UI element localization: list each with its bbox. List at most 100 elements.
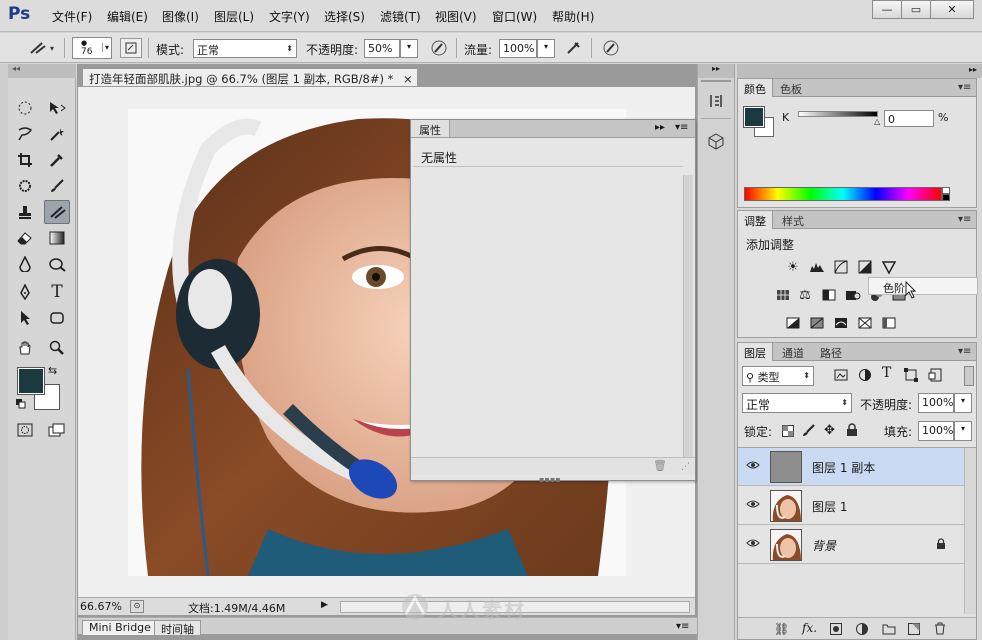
layers-panel-menu-icon[interactable]: ▾≡	[958, 346, 971, 357]
filter-adjustment-icon[interactable]	[858, 368, 872, 385]
adjustments-tab[interactable]: 调整	[738, 211, 773, 229]
vibrance-icon[interactable]	[880, 259, 898, 275]
flow-dropdown[interactable]: ▾	[537, 39, 555, 58]
healing-brush-tool-icon[interactable]	[44, 200, 70, 224]
panel-menu-icon[interactable]: ▾≡	[675, 122, 688, 133]
close-tab-icon[interactable]: ×	[403, 72, 413, 86]
blend-mode-select[interactable]: 正常 ⬍	[742, 393, 852, 413]
color-tab[interactable]: 颜色	[738, 79, 773, 97]
right-dock-collapse-icon[interactable]: ▸▸	[969, 65, 977, 74]
k-slider[interactable]	[798, 111, 878, 117]
timeline-tab[interactable]: 时间轴	[154, 620, 201, 636]
zoom-tool-icon[interactable]	[44, 336, 70, 360]
magic-wand-icon[interactable]	[44, 122, 70, 146]
layers-tab[interactable]: 图层	[738, 343, 773, 361]
eyedropper-icon[interactable]	[44, 148, 70, 172]
trash-icon[interactable]: 🗑	[653, 459, 667, 472]
k-value-input[interactable]: 0	[884, 110, 934, 127]
filter-smart-object-icon[interactable]	[928, 368, 942, 385]
opacity-input[interactable]: 50%	[364, 39, 400, 58]
layer-opacity-dropdown[interactable]: ▾	[954, 393, 972, 413]
menu-image[interactable]: 图像(I)	[162, 8, 199, 25]
delete-layer-icon[interactable]	[934, 622, 946, 638]
new-group-icon[interactable]	[882, 623, 896, 638]
lock-pixels-icon[interactable]	[802, 423, 816, 440]
exposure-icon[interactable]	[856, 259, 874, 275]
color-fg-swatch[interactable]	[744, 107, 764, 127]
lock-position-icon[interactable]: ✥	[824, 423, 835, 438]
menu-edit[interactable]: 编辑(E)	[107, 8, 148, 25]
menu-view[interactable]: 视图(V)	[435, 8, 477, 25]
pen-tool-icon[interactable]	[12, 280, 38, 304]
default-colors-icon[interactable]	[16, 398, 26, 409]
dock-expand-icon[interactable]: ▸▸	[698, 64, 734, 78]
fill-input[interactable]: 100%	[918, 421, 954, 441]
k-slider-thumb[interactable]: △	[874, 117, 880, 126]
sample-layer-icon[interactable]	[120, 38, 142, 58]
color-spectrum[interactable]	[744, 187, 942, 201]
selective-color-icon[interactable]	[880, 315, 898, 331]
levels-icon[interactable]	[808, 259, 826, 275]
add-mask-icon[interactable]	[830, 623, 842, 638]
link-layers-icon[interactable]: ⛓	[774, 622, 789, 636]
new-layer-icon[interactable]	[908, 623, 920, 638]
eraser-tool-icon[interactable]	[12, 226, 38, 250]
flow-input[interactable]: 100%	[499, 39, 537, 58]
menu-type[interactable]: 文字(Y)	[269, 8, 310, 25]
filter-pixel-icon[interactable]	[834, 368, 848, 385]
mode-select[interactable]: 正常 ⬍	[193, 39, 297, 58]
spot-healing-icon[interactable]	[12, 174, 38, 198]
posterize-icon[interactable]	[808, 315, 826, 331]
properties-scrollbar[interactable]	[683, 175, 693, 457]
paths-tab[interactable]: 路径	[814, 343, 848, 361]
menu-select[interactable]: 选择(S)	[324, 8, 365, 25]
3d-panel-icon[interactable]	[704, 130, 728, 152]
color-panel-menu-icon[interactable]: ▾≡	[958, 82, 971, 93]
close-button[interactable]: ✕	[930, 0, 974, 19]
zoom-level[interactable]: 66.67%	[80, 600, 124, 613]
visibility-eye-icon[interactable]	[746, 498, 760, 513]
layers-scrollbar[interactable]	[964, 448, 976, 614]
curves-icon[interactable]	[832, 259, 850, 275]
hue-saturation-icon[interactable]	[774, 287, 792, 303]
toolbox-collapse-icon[interactable]: ◂◂	[8, 64, 76, 78]
swatches-tab[interactable]: 色板	[774, 79, 808, 97]
dodge-tool-icon[interactable]	[44, 252, 70, 276]
brightness-contrast-icon[interactable]: ☀	[784, 259, 802, 275]
threshold-icon[interactable]	[832, 315, 850, 331]
bottom-panel-menu-icon[interactable]: ▾≡	[676, 621, 689, 632]
layer-filter-select[interactable]: ⚲ 类型 ⬍	[742, 366, 814, 386]
mini-bridge-tab[interactable]: Mini Bridge	[82, 620, 158, 635]
document-tab[interactable]: 打造年轻面部肌肤.jpg @ 66.7% (图层 1 副本, RGB/8#) *…	[82, 68, 418, 86]
filter-toggle[interactable]	[964, 366, 974, 386]
type-tool-icon[interactable]: T	[44, 280, 70, 304]
invert-icon[interactable]	[784, 315, 802, 331]
crop-tool-icon[interactable]	[12, 148, 38, 172]
black-white-icon[interactable]	[820, 287, 838, 303]
collapse-panel-icon[interactable]: ▸▸	[655, 122, 665, 133]
properties-tab[interactable]: 属性	[411, 120, 450, 137]
quick-mask-icon[interactable]	[12, 418, 38, 442]
history-panel-icon[interactable]	[704, 90, 728, 112]
brush-size-picker[interactable]: ● 76 ▾	[72, 37, 112, 59]
lock-transparency-icon[interactable]	[782, 425, 794, 440]
screen-mode-icon[interactable]	[44, 418, 70, 442]
move-tool-icon[interactable]	[44, 96, 70, 120]
status-menu-arrow-icon[interactable]: ▶	[321, 600, 333, 613]
color-balance-icon[interactable]: ⚖	[796, 287, 814, 303]
adjustments-panel-menu-icon[interactable]: ▾≡	[958, 214, 971, 225]
clone-stamp-icon[interactable]	[12, 200, 38, 224]
properties-panel-header[interactable]: 属性 ▸▸ ▾≡	[411, 120, 695, 138]
layer-row[interactable]: 图层 1	[738, 487, 964, 525]
resize-grip-icon[interactable]: ⋰	[681, 462, 690, 472]
zoom-toggle-icon[interactable]: ⊙	[130, 600, 144, 613]
marquee-tool-icon[interactable]	[12, 96, 38, 120]
minimize-button[interactable]: —	[872, 0, 902, 19]
menu-layer[interactable]: 图层(L)	[214, 8, 254, 25]
photo-filter-icon[interactable]	[844, 287, 862, 303]
restore-button[interactable]: ▭	[901, 0, 931, 19]
styles-tab[interactable]: 样式	[776, 211, 810, 229]
black-ramp-swatch[interactable]	[942, 194, 950, 201]
menu-help[interactable]: 帮助(H)	[552, 8, 594, 25]
path-selection-icon[interactable]	[12, 306, 38, 330]
